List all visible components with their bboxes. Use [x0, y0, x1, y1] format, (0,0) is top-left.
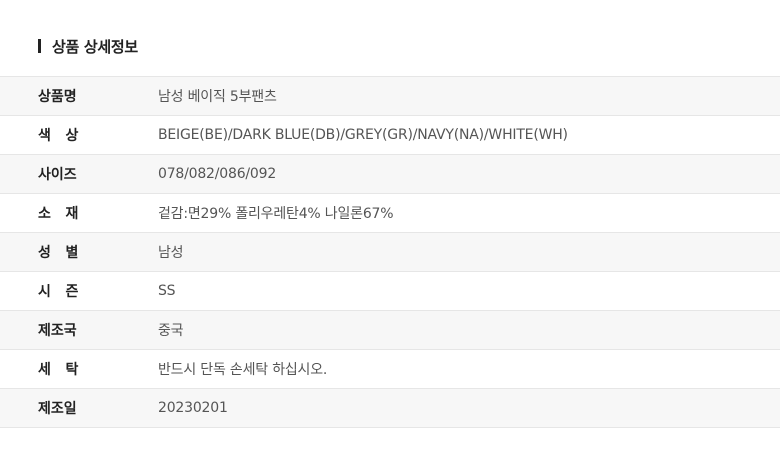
- section-header: 상품 상세정보: [38, 36, 138, 56]
- spec-value: 겉감:면29% 폴리우레탄4% 나일론67%: [158, 193, 780, 233]
- spec-row-origin: 제조국 중국: [0, 310, 780, 350]
- spec-value: SS: [158, 271, 780, 311]
- spec-row-season: 시 즌 SS: [0, 271, 780, 311]
- spec-row-manufacture-date: 제조일 20230201: [0, 388, 780, 428]
- spec-value: 20230201: [158, 388, 780, 428]
- spec-value: BEIGE(BE)/DARK BLUE(DB)/GREY(GR)/NAVY(NA…: [158, 115, 780, 155]
- spec-label: 색 상: [0, 115, 158, 155]
- spec-row-size: 사이즈 078/082/086/092: [0, 154, 780, 194]
- spec-label: 세 탁: [0, 349, 158, 389]
- spec-label: 제조국: [0, 310, 158, 350]
- spec-label: 상품명: [0, 76, 158, 116]
- section-title: 상품 상세정보: [52, 37, 138, 56]
- spec-label: 사이즈: [0, 154, 158, 194]
- spec-row-material: 소 재 겉감:면29% 폴리우레탄4% 나일론67%: [0, 193, 780, 233]
- spec-value: 중국: [158, 310, 780, 350]
- spec-value: 남성: [158, 232, 780, 272]
- spec-value: 078/082/086/092: [158, 154, 780, 194]
- spec-row-gender: 성 별 남성: [0, 232, 780, 272]
- spec-row-color: 색 상 BEIGE(BE)/DARK BLUE(DB)/GREY(GR)/NAV…: [0, 115, 780, 155]
- spec-label: 시 즌: [0, 271, 158, 311]
- spec-label: 소 재: [0, 193, 158, 233]
- spec-label: 제조일: [0, 388, 158, 428]
- product-spec-table: 상품명 남성 베이직 5부팬츠 색 상 BEIGE(BE)/DARK BLUE(…: [0, 76, 780, 428]
- spec-value: 남성 베이직 5부팬츠: [158, 76, 780, 116]
- title-accent-bar: [38, 39, 41, 53]
- spec-label: 성 별: [0, 232, 158, 272]
- spec-row-product-name: 상품명 남성 베이직 5부팬츠: [0, 76, 780, 116]
- spec-value: 반드시 단독 손세탁 하십시오.: [158, 349, 780, 389]
- spec-row-washing: 세 탁 반드시 단독 손세탁 하십시오.: [0, 349, 780, 389]
